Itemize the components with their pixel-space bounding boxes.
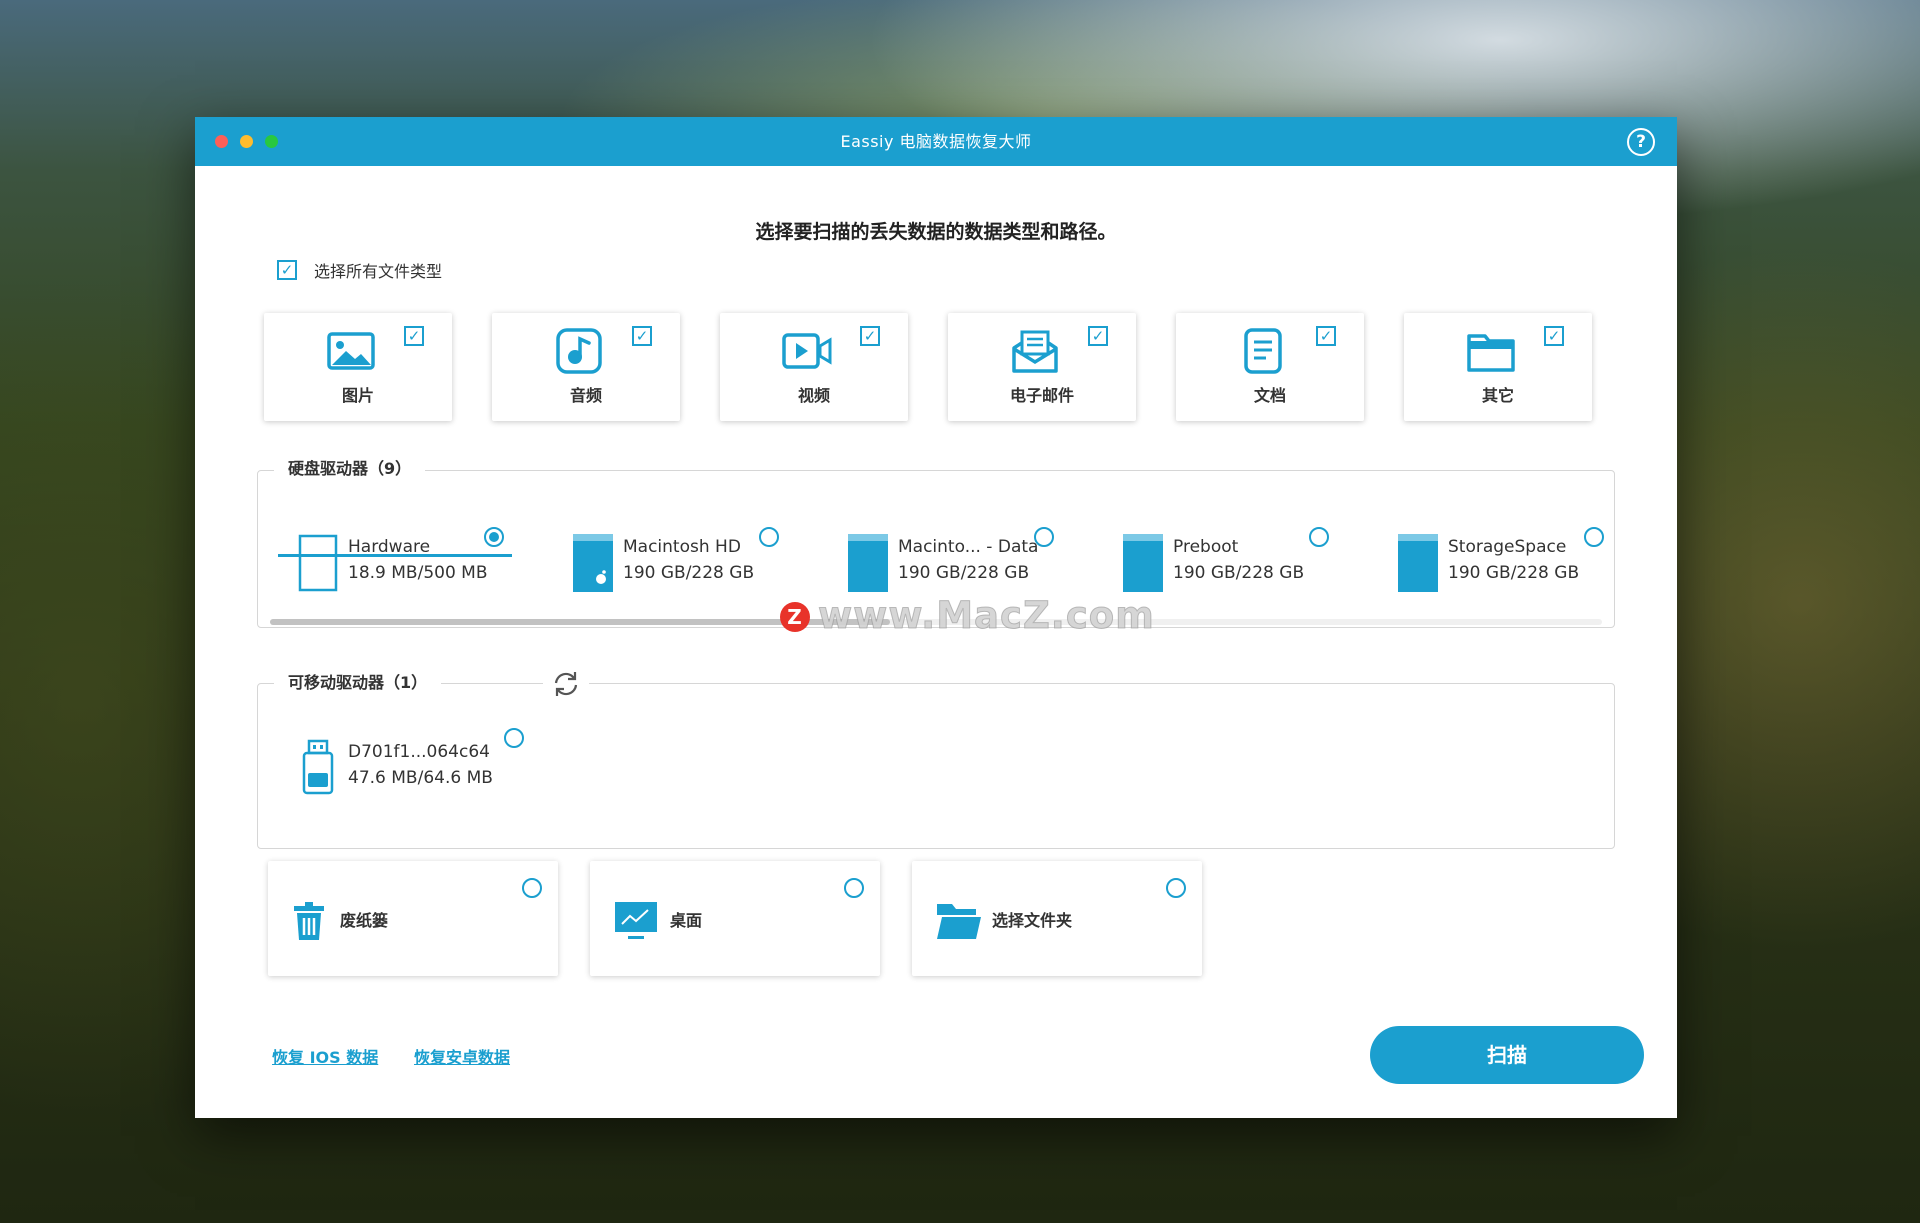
drive-size: 190 GB/228 GB [623,563,755,583]
document-icon [1244,328,1282,374]
drive-size: 190 GB/228 GB [898,563,1030,583]
drive-size: 18.9 MB/500 MB [348,563,488,583]
selected-drive-underline [278,554,512,557]
drive-name: D701f1...064c64 [348,742,490,762]
app-window: Eassiy 电脑数据恢复大师 ? 选择要扫描的丢失数据的数据类型和路径。 ✓ … [195,117,1677,1118]
file-type-checkbox[interactable]: ✓ [1316,326,1336,346]
location-label: 桌面 [670,911,703,930]
drive-name: StorageSpace [1448,537,1567,557]
location-card-desktop[interactable]: 桌面 [590,861,880,976]
page-heading: 选择要扫描的丢失数据的数据类型和路径。 [755,221,1117,243]
drive-radio[interactable] [759,527,779,547]
drive-radio[interactable] [1034,527,1054,547]
file-type-label: 图片 [341,386,374,405]
file-type-label: 音频 [569,386,602,405]
drive-item-hardware[interactable]: Hardware 18.9 MB/500 MB [278,527,538,601]
drive-size: 47.6 MB/64.6 MB [348,768,493,788]
email-icon [1012,330,1058,373]
select-all-label: 选择所有文件类型 [314,262,443,281]
music-icon [556,328,602,374]
location-label: 选择文件夹 [992,911,1073,930]
trash-icon [294,902,324,940]
file-type-checkbox[interactable]: ✓ [404,326,424,346]
apple-drive-icon [573,534,613,592]
watermark-text: www.MacZ.com [818,594,1155,638]
select-all-checkbox[interactable]: ✓ [277,260,297,280]
file-type-label: 其它 [1481,386,1514,405]
drive-radio[interactable] [484,527,504,547]
drive-icon [1398,534,1438,592]
removable-drives-label: 可移动驱动器（1） [274,669,442,693]
title-bar: Eassiy 电脑数据恢复大师 ? [195,117,1677,166]
window-title: Eassiy 电脑数据恢复大师 [840,132,1032,151]
usb-drive-icon [302,739,334,795]
file-type-label: 电子邮件 [1009,386,1074,405]
drive-radio[interactable] [1584,527,1604,547]
file-type-card-documents[interactable]: ✓ 文档 [1176,313,1364,421]
file-type-label: 视频 [797,386,830,405]
drive-item-preboot[interactable]: Preboot 190 GB/228 GB [1103,527,1363,601]
image-icon [327,332,375,370]
scan-button[interactable]: 扫描 [1370,1026,1644,1084]
drive-radio[interactable] [1309,527,1329,547]
removable-drives-section: D701f1...064c64 47.6 MB/64.6 MB [257,683,1615,849]
drive-name: Preboot [1173,537,1239,557]
hard-drives-label: 硬盘驱动器（9） [274,455,426,479]
file-type-card-others[interactable]: ✓ 其它 [1404,313,1592,421]
file-type-checkbox[interactable]: ✓ [860,326,880,346]
drive-icon [848,534,888,592]
drive-item-usb[interactable]: D701f1...064c64 47.6 MB/64.6 MB [278,728,538,806]
desktop-icon [615,902,657,939]
location-radio[interactable] [844,878,864,898]
drive-size: 190 GB/228 GB [1173,563,1305,583]
drive-name: Macintosh HD [623,537,741,557]
watermark-badge: Z [780,602,810,632]
drive-item-macintosh-data[interactable]: Macinto... - Data 190 GB/228 GB [828,527,1088,601]
location-radio[interactable] [522,878,542,898]
location-card-select-folder[interactable]: 选择文件夹 [912,861,1202,976]
drive-icon [1123,534,1163,592]
file-type-card-email[interactable]: ✓ 电子邮件 [948,313,1136,421]
file-type-card-video[interactable]: ✓ 视频 [720,313,908,421]
folder-icon [1467,334,1515,372]
video-icon [782,333,832,369]
location-card-trash[interactable]: 废纸篓 [268,861,558,976]
file-type-card-images[interactable]: ✓ 图片 [264,313,452,421]
drive-radio[interactable] [504,728,524,748]
help-button[interactable]: ? [1627,128,1655,156]
file-type-checkbox[interactable]: ✓ [1088,326,1108,346]
watermark: Zwww.MacZ.com [780,594,1155,638]
refresh-icon[interactable] [543,669,589,699]
drive-item-macintosh-hd[interactable]: Macintosh HD 190 GB/228 GB [553,527,813,601]
drive-outline-icon [298,534,338,592]
drive-name: Macinto... - Data [898,537,1039,557]
file-type-checkbox[interactable]: ✓ [632,326,652,346]
file-type-checkbox[interactable]: ✓ [1544,326,1564,346]
drive-item-storagespace[interactable]: StorageSpace 190 GB/228 GB [1378,527,1638,601]
location-radio[interactable] [1166,878,1186,898]
drive-size: 190 GB/228 GB [1448,563,1580,583]
recover-android-link[interactable]: 恢复安卓数据 [414,1044,510,1068]
location-label: 废纸篓 [340,911,389,930]
file-type-card-audio[interactable]: ✓ 音频 [492,313,680,421]
folder-open-icon [937,904,981,939]
recover-ios-link[interactable]: 恢复 IOS 数据 [272,1044,378,1068]
file-type-label: 文档 [1253,386,1286,405]
